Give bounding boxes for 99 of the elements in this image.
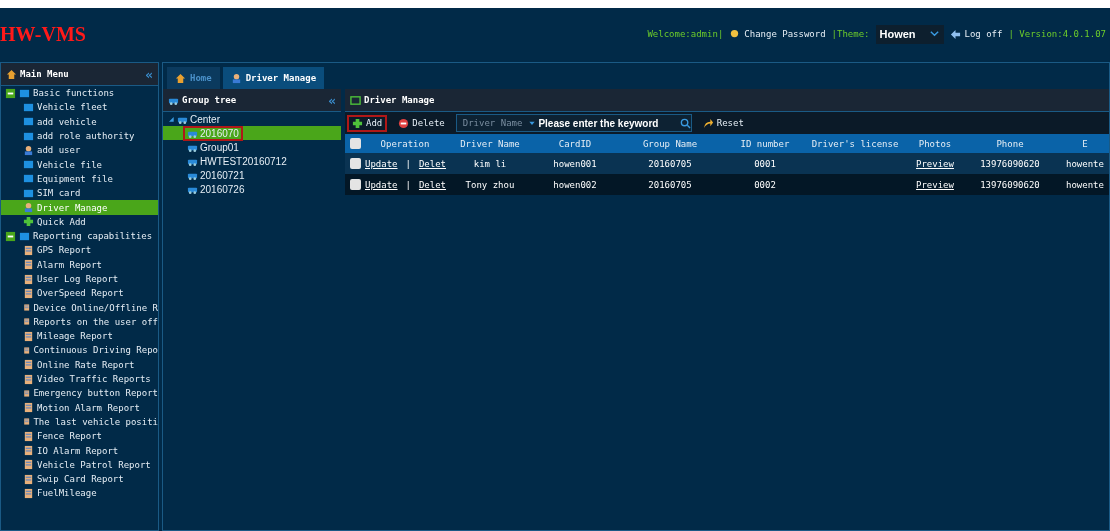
- collapse-icon[interactable]: [5, 87, 16, 99]
- report-icon: [23, 487, 34, 499]
- report-icon: [23, 359, 34, 371]
- report-icon: [23, 287, 34, 299]
- report-icon: [23, 273, 34, 285]
- panel-title: Driver Manage: [364, 95, 435, 105]
- preview-link[interactable]: Preview: [916, 179, 954, 190]
- report-icon: [23, 459, 34, 471]
- report-icon: [23, 402, 34, 414]
- version-text: | Version:4.0.1.07: [1008, 29, 1106, 39]
- caret-down-icon: [528, 119, 537, 127]
- keyword-input[interactable]: Please enter the keyword: [536, 116, 680, 130]
- theme-select[interactable]: Howen: [875, 24, 944, 44]
- person-icon: [23, 144, 34, 156]
- menu-item[interactable]: SIM card: [1, 186, 158, 201]
- person-icon: [230, 72, 242, 84]
- checkbox[interactable]: [349, 158, 361, 169]
- report-icon: [23, 445, 34, 457]
- separator: |: [405, 179, 411, 190]
- menu-item[interactable]: Device Online/Offline R: [1, 300, 158, 315]
- tab[interactable]: Driver Manage: [222, 67, 325, 89]
- arrow-icon: [702, 117, 714, 129]
- report-icon: [23, 430, 34, 442]
- menu-item[interactable]: OverSpeed Report: [1, 286, 158, 301]
- logoff-link[interactable]: Log off: [949, 28, 1003, 40]
- menu-item[interactable]: Alarm Report: [1, 257, 158, 272]
- report-icon: [23, 316, 31, 328]
- menu-item[interactable]: Vehicle file: [1, 157, 158, 172]
- menu-item[interactable]: add vehicle: [1, 114, 158, 129]
- menu-item[interactable]: GPS Report: [1, 243, 158, 258]
- table-header: Operation Driver Name CardID Group Name ID number Driver's license Photos Phone E: [345, 134, 1109, 153]
- report-icon: [23, 259, 34, 271]
- menu-item[interactable]: Swip Card Report: [1, 472, 158, 487]
- tree-node[interactable]: 20160726: [183, 181, 249, 197]
- menu-item[interactable]: Reports on the user off: [1, 314, 158, 330]
- menu-item[interactable]: Mileage Report: [1, 329, 158, 344]
- delet-link[interactable]: Delet: [418, 158, 447, 169]
- delete-button[interactable]: Delete: [393, 114, 450, 132]
- arrow-left-icon: [949, 28, 961, 40]
- home-icon: [6, 68, 17, 80]
- menu-item[interactable]: FuelMileage: [1, 486, 158, 501]
- collapse-icon[interactable]: [5, 230, 16, 242]
- menu-item[interactable]: Vehicle Patrol Report: [1, 457, 158, 472]
- plus-icon: [352, 117, 363, 129]
- report-icon: [23, 473, 34, 485]
- tree-title: Group tree: [182, 95, 237, 105]
- menu-item[interactable]: User Log Report: [1, 271, 158, 287]
- add-button[interactable]: Add: [347, 114, 388, 132]
- menu-item[interactable]: Quick Add: [1, 214, 158, 229]
- preview-link[interactable]: Preview: [916, 158, 954, 169]
- person-icon: [23, 202, 34, 213]
- minus-circle-icon: [398, 117, 410, 129]
- panel-icon: [350, 94, 361, 106]
- menu-item[interactable]: Emergency button Report: [1, 386, 158, 401]
- sidebar-title: Main Menu: [20, 69, 69, 79]
- reset-button[interactable]: Reset: [697, 114, 749, 132]
- plus-icon: [23, 216, 34, 228]
- report-icon: [23, 302, 31, 314]
- checkbox[interactable]: [349, 138, 361, 149]
- separator: |: [405, 158, 411, 169]
- app-logo: HW-VMS: [0, 22, 86, 46]
- delet-link[interactable]: Delet: [418, 179, 447, 190]
- report-icon: [23, 416, 31, 428]
- checkbox[interactable]: [349, 179, 361, 190]
- search-field[interactable]: Driver Name Please enter the keyword: [455, 114, 692, 132]
- report-icon: [23, 373, 34, 385]
- menu-item[interactable]: Continuous Driving Repo: [1, 343, 158, 358]
- collapse-button[interactable]: «: [328, 92, 336, 108]
- theme-label: |Theme:: [831, 29, 870, 39]
- report-icon: [23, 345, 31, 356]
- menu-item[interactable]: Fence Report: [1, 429, 158, 444]
- tree-node[interactable]: 20160721: [183, 167, 249, 183]
- table-row: Update | Delet kim li howen001 20160705 0001 Preview 13976090620 howente: [345, 153, 1109, 174]
- menu-item[interactable]: IO Alarm Report: [1, 443, 158, 458]
- menu-group[interactable]: Reporting capabilities: [33, 231, 153, 242]
- menu-item[interactable]: Online Rate Report: [1, 357, 158, 372]
- change-password-link[interactable]: Change Password: [729, 28, 826, 40]
- menu-item[interactable]: add role authority: [1, 128, 158, 144]
- menu-item[interactable]: Vehicle fleet: [1, 100, 158, 115]
- search-icon: [679, 117, 691, 129]
- update-link[interactable]: Update: [365, 158, 398, 169]
- report-icon: [23, 330, 34, 342]
- menu-item[interactable]: add user: [1, 143, 158, 158]
- home-icon: [175, 72, 186, 84]
- report-icon: [23, 244, 34, 256]
- collapse-button[interactable]: «: [145, 66, 153, 82]
- report-icon: [23, 387, 31, 399]
- menu-item[interactable]: The last vehicle positi: [1, 414, 158, 430]
- menu-item[interactable]: Motion Alarm Report: [1, 400, 158, 415]
- triangle-icon[interactable]: [167, 115, 175, 123]
- table-row: Update | Delet Tony zhou howen002 20160705 0002 Preview 13976090620 howente: [345, 174, 1109, 195]
- menu-item[interactable]: Equipment file: [1, 171, 158, 187]
- welcome-text: Welcome:admin|: [647, 29, 724, 39]
- tree-node[interactable]: Center: [190, 113, 220, 125]
- update-link[interactable]: Update: [365, 179, 398, 190]
- menu-item[interactable]: Video Traffic Reports: [1, 371, 158, 387]
- tree-node[interactable]: Group01: [183, 139, 243, 155]
- tree-node[interactable]: HWTEST20160712: [183, 153, 291, 169]
- menu-group[interactable]: Basic functions: [33, 88, 115, 99]
